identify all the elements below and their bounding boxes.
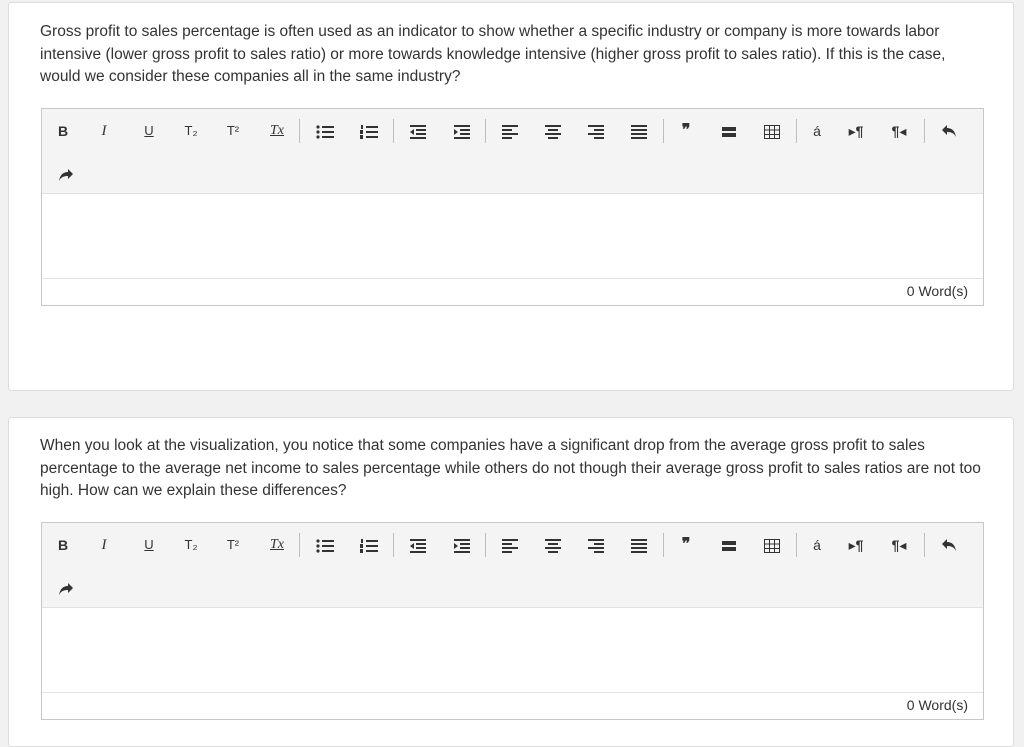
remove-format-button[interactable]: Tx bbox=[266, 534, 288, 556]
align-justify-icon[interactable] bbox=[628, 120, 650, 142]
rich-text-editor: B I U T₂ T² Tx ❞ á ▸¶ ¶◂ 0 Word(s) bbox=[41, 522, 984, 720]
bold-button[interactable]: B bbox=[55, 534, 71, 556]
align-left-icon[interactable] bbox=[499, 120, 521, 142]
bold-button[interactable]: B bbox=[55, 120, 71, 142]
indent-icon[interactable] bbox=[451, 120, 473, 142]
rtl-direction-icon[interactable]: ¶◂ bbox=[887, 534, 911, 556]
superscript-button[interactable]: T² bbox=[222, 120, 244, 142]
subscript-button[interactable]: T₂ bbox=[180, 534, 202, 556]
table-icon[interactable] bbox=[761, 120, 783, 142]
italic-button[interactable]: I bbox=[96, 534, 112, 556]
indent-icon[interactable] bbox=[451, 534, 473, 556]
editor-toolbar: B I U T₂ T² Tx ❞ á ▸¶ ¶◂ bbox=[42, 109, 983, 194]
outdent-icon[interactable] bbox=[407, 534, 429, 556]
rich-text-editor: B I U T₂ T² Tx ❞ á ▸¶ ¶◂ 0 Word(s) bbox=[41, 108, 984, 306]
horizontal-line-icon[interactable] bbox=[718, 534, 740, 556]
special-character-button[interactable]: á bbox=[806, 534, 828, 556]
question-text: Gross profit to sales percentage is ofte… bbox=[40, 23, 946, 85]
toolbar-separator bbox=[393, 119, 394, 143]
outdent-icon[interactable] bbox=[407, 120, 429, 142]
toolbar-separator bbox=[299, 119, 300, 143]
word-count: 0 Word(s) bbox=[906, 697, 968, 713]
redo-icon[interactable] bbox=[55, 164, 77, 186]
toolbar-separator bbox=[485, 533, 486, 557]
toolbar-separator bbox=[299, 533, 300, 557]
italic-button[interactable]: I bbox=[96, 120, 112, 142]
align-justify-icon[interactable] bbox=[628, 534, 650, 556]
toolbar-separator bbox=[393, 533, 394, 557]
align-right-icon[interactable] bbox=[585, 534, 607, 556]
answer-text-area[interactable] bbox=[42, 608, 983, 694]
bulleted-list-icon[interactable] bbox=[314, 534, 336, 556]
align-center-icon[interactable] bbox=[542, 120, 564, 142]
align-right-icon[interactable] bbox=[585, 120, 607, 142]
table-icon[interactable] bbox=[761, 534, 783, 556]
align-center-icon[interactable] bbox=[542, 534, 564, 556]
ltr-direction-icon[interactable]: ▸¶ bbox=[844, 120, 868, 142]
underline-button[interactable]: U bbox=[141, 120, 157, 142]
undo-icon[interactable] bbox=[938, 534, 960, 556]
remove-format-button[interactable]: Tx bbox=[266, 120, 288, 142]
bulleted-list-icon[interactable] bbox=[314, 120, 336, 142]
blockquote-icon[interactable]: ❞ bbox=[675, 534, 697, 556]
word-count: 0 Word(s) bbox=[906, 283, 968, 299]
special-character-button[interactable]: á bbox=[806, 120, 828, 142]
toolbar-separator bbox=[485, 119, 486, 143]
toolbar-separator bbox=[924, 533, 925, 557]
horizontal-line-icon[interactable] bbox=[718, 120, 740, 142]
toolbar-separator bbox=[796, 533, 797, 557]
editor-status-bar: 0 Word(s) bbox=[42, 278, 983, 305]
redo-icon[interactable] bbox=[55, 578, 77, 600]
question-text: When you look at the visualization, you … bbox=[40, 437, 981, 499]
undo-icon[interactable] bbox=[938, 120, 960, 142]
toolbar-separator bbox=[663, 119, 664, 143]
subscript-button[interactable]: T₂ bbox=[180, 120, 202, 142]
numbered-list-icon[interactable] bbox=[358, 534, 380, 556]
toolbar-separator bbox=[796, 119, 797, 143]
blockquote-icon[interactable]: ❞ bbox=[675, 120, 697, 142]
answer-text-area[interactable] bbox=[42, 194, 983, 280]
underline-button[interactable]: U bbox=[141, 534, 157, 556]
question-card-2: When you look at the visualization, you … bbox=[8, 417, 1014, 747]
align-left-icon[interactable] bbox=[499, 534, 521, 556]
question-card-1: Gross profit to sales percentage is ofte… bbox=[8, 2, 1014, 391]
toolbar-separator bbox=[924, 119, 925, 143]
rtl-direction-icon[interactable]: ¶◂ bbox=[887, 120, 911, 142]
editor-status-bar: 0 Word(s) bbox=[42, 692, 983, 719]
editor-toolbar: B I U T₂ T² Tx ❞ á ▸¶ ¶◂ bbox=[42, 523, 983, 608]
superscript-button[interactable]: T² bbox=[222, 534, 244, 556]
toolbar-separator bbox=[663, 533, 664, 557]
numbered-list-icon[interactable] bbox=[358, 120, 380, 142]
ltr-direction-icon[interactable]: ▸¶ bbox=[844, 534, 868, 556]
